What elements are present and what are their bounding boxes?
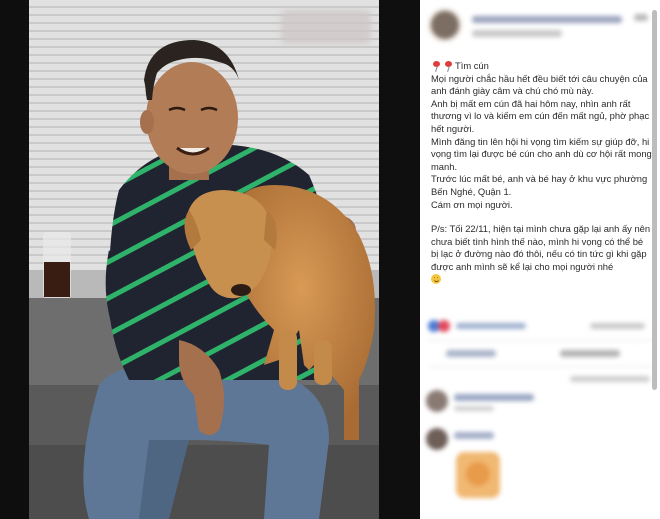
man-with-dog-photo (29, 0, 379, 519)
love-reaction-icon (438, 320, 450, 332)
profile-avatar[interactable] (428, 8, 462, 42)
post-title-row: Tìm cún (431, 60, 653, 73)
post-title: Tìm cún (455, 60, 489, 71)
post-paragraph: Anh bị mất em cún đã hai hôm nay, nhìn a… (431, 97, 650, 134)
post-photo[interactable] (29, 0, 379, 519)
post-paragraph: Mình đăng tin lên hội hi vọng tìm kiếm s… (431, 135, 652, 172)
post-paragraph: Trước lúc mất bé, anh và bé hay ở khu vự… (431, 173, 648, 197)
pushpin-icon (431, 60, 442, 72)
page-gutter (379, 0, 420, 519)
comment-avatar[interactable] (426, 390, 448, 412)
post-footer (420, 312, 660, 519)
smiling-face-icon (431, 273, 441, 284)
post-header (428, 4, 654, 48)
post-ps-text: P/s: Tối 22/11, hiện tại mình chưa gặp l… (431, 223, 651, 272)
facebook-post-panel: Tìm cún Mọi người chắc hầu hết đều biết … (420, 0, 660, 519)
post-body: Tìm cún Mọi người chắc hầu hết đều biết … (431, 60, 653, 286)
post-ps: P/s: Tối 22/11, hiện tại mình chưa gặp l… (431, 223, 653, 286)
comment-avatar[interactable] (426, 428, 448, 450)
scrollbar[interactable] (652, 10, 657, 390)
post-paragraph: Mọi người chắc hầu hết đều biết tới câu … (431, 72, 648, 97)
like-button[interactable] (446, 350, 496, 357)
post-thanks: Cám ơn mọi người. (431, 198, 513, 210)
pushpin-icon (443, 60, 454, 72)
comment-button[interactable] (560, 350, 620, 357)
